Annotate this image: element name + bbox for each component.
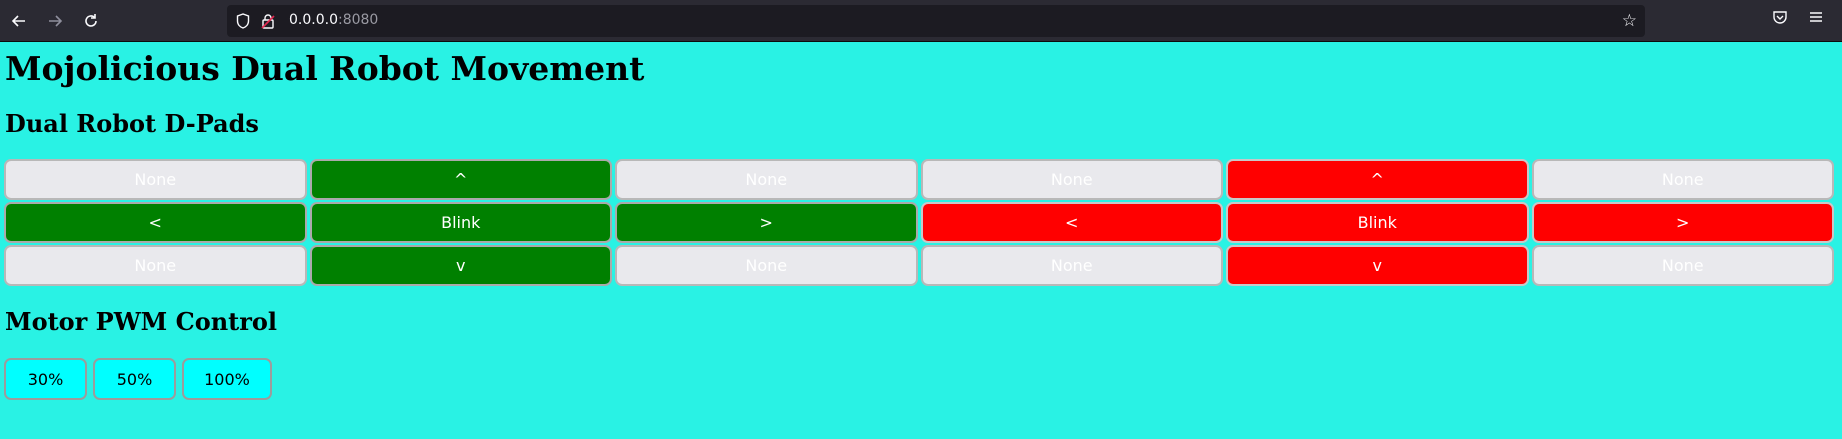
pwm-30-button[interactable]: 30%	[4, 358, 87, 400]
star-icon[interactable]: ☆	[1622, 11, 1637, 31]
pocket-icon[interactable]	[1772, 9, 1788, 30]
dpad-r2-c5[interactable]: None	[1531, 245, 1834, 286]
robot2-blink-button[interactable]: Blink	[1226, 202, 1529, 243]
lock-icon[interactable]	[261, 13, 275, 33]
robot2-right-button[interactable]: >	[1531, 202, 1834, 243]
robot1-right-button[interactable]: >	[615, 202, 918, 243]
robot1-up-button[interactable]: ^	[309, 159, 612, 200]
forward-arrow-icon[interactable]	[42, 8, 68, 34]
reload-icon[interactable]	[78, 8, 104, 34]
url-bar[interactable]: 0.0.0.0:8080 ☆	[227, 5, 1645, 37]
dpad-r2-c0[interactable]: None	[4, 245, 307, 286]
dpad-r2-c2[interactable]: None	[615, 245, 918, 286]
dpad-r2-c3[interactable]: None	[920, 245, 1223, 286]
browser-toolbar: 0.0.0.0:8080 ☆	[0, 0, 1842, 42]
robot2-down-button[interactable]: v	[1226, 245, 1529, 286]
page-title: Mojolicious Dual Robot Movement	[5, 49, 645, 88]
robot2-up-button[interactable]: ^	[1226, 159, 1529, 200]
dpad-r0-c5[interactable]: None	[1531, 159, 1834, 200]
url-host: 0.0.0.0	[289, 12, 338, 28]
robot1-blink-button[interactable]: Blink	[309, 202, 612, 243]
robot1-down-button[interactable]: v	[309, 245, 612, 286]
dpad-grid: None ^ None None ^ None < Blink > < Blin…	[4, 159, 1834, 286]
url-text[interactable]: 0.0.0.0:8080	[289, 12, 378, 28]
url-port: :8080	[337, 12, 379, 28]
back-arrow-icon[interactable]	[6, 8, 32, 34]
dpad-r0-c3[interactable]: None	[920, 159, 1223, 200]
hamburger-menu-icon[interactable]	[1808, 9, 1824, 30]
pwm-button-row: 30% 50% 100%	[4, 358, 272, 400]
dpad-r0-c0[interactable]: None	[4, 159, 307, 200]
robot2-left-button[interactable]: <	[920, 202, 1223, 243]
robot1-left-button[interactable]: <	[4, 202, 307, 243]
dpads-heading: Dual Robot D-Pads	[5, 109, 259, 138]
pwm-100-button[interactable]: 100%	[182, 358, 272, 400]
dpad-r0-c2[interactable]: None	[615, 159, 918, 200]
pwm-heading: Motor PWM Control	[5, 307, 278, 336]
shield-icon[interactable]	[236, 13, 250, 33]
pwm-50-button[interactable]: 50%	[93, 358, 176, 400]
